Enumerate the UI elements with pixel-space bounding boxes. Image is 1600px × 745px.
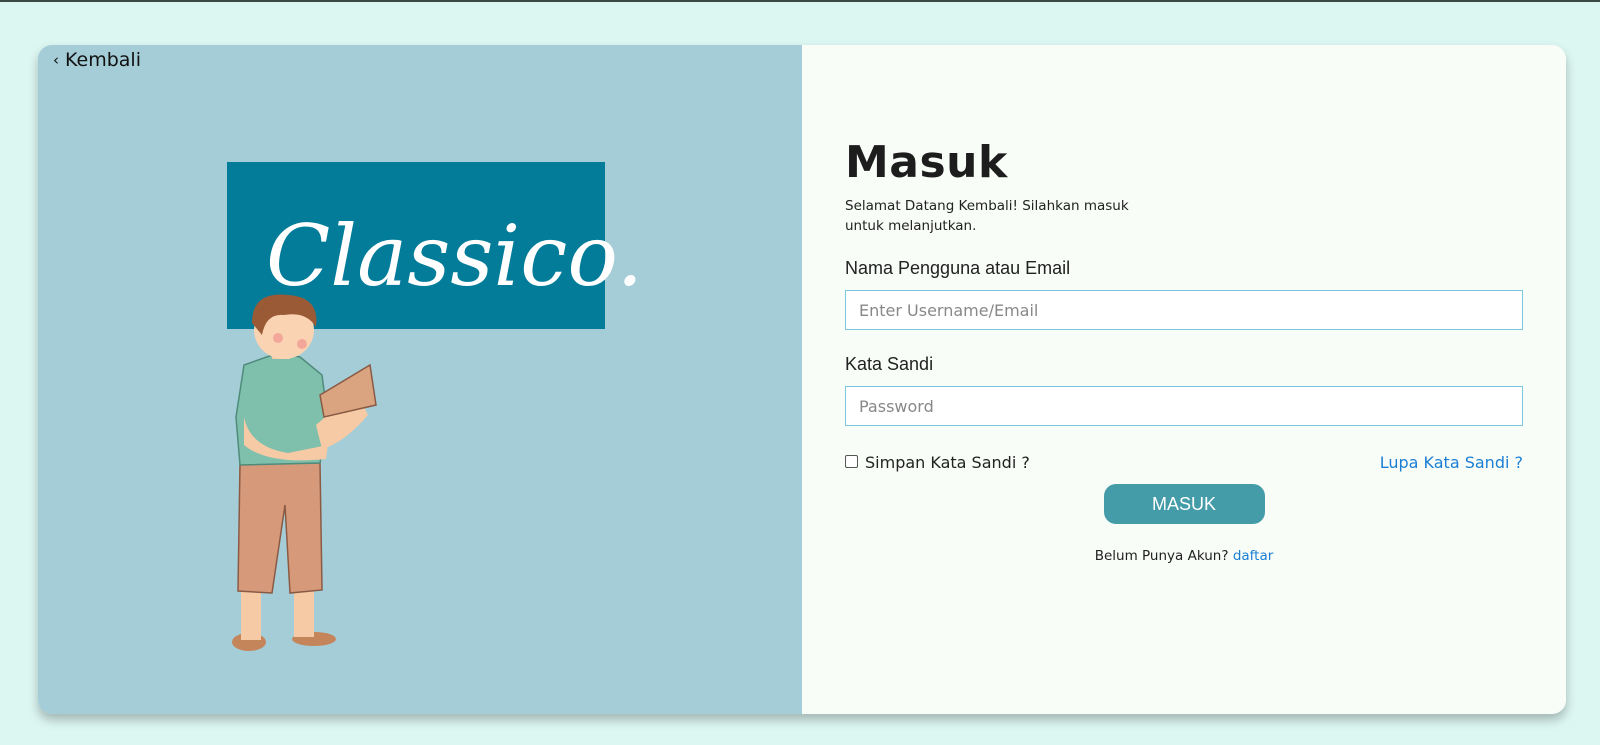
back-label: Kembali — [65, 49, 141, 71]
hero-panel: Classico. ‹ Kembali — [38, 45, 802, 714]
password-input[interactable]: Password — [845, 386, 1523, 426]
reading-person-illustration — [232, 294, 377, 651]
signup-prompt: Belum Punya Akun? daftar — [845, 548, 1523, 564]
signup-text: Belum Punya Akun? — [1094, 548, 1229, 564]
login-button[interactable]: MASUK — [1103, 484, 1265, 524]
login-card: Classico. ‹ Kembali Masuk Selamat Datang… — [38, 45, 1566, 714]
logo-text: Classico. — [266, 207, 643, 305]
back-link[interactable]: ‹ Kembali — [53, 49, 141, 71]
forgot-password-link[interactable]: Lupa Kata Sandi ? — [1380, 453, 1523, 472]
password-label: Kata Sandi — [845, 354, 934, 374]
remember-label: Simpan Kata Sandi ? — [865, 452, 1030, 472]
form-panel: Masuk Selamat Datang Kembali! Silahkan m… — [802, 45, 1566, 714]
username-label: Nama Pengguna atau Email — [845, 258, 1071, 278]
login-form: Masuk Selamat Datang Kembali! Silahkan m… — [845, 137, 1523, 564]
hero-illustration: Classico. — [227, 162, 643, 651]
page-subtitle: Selamat Datang Kembali! Silahkan masuk u… — [845, 198, 1129, 234]
chevron-left-icon: ‹ — [53, 51, 59, 69]
remember-checkbox[interactable] — [845, 454, 858, 468]
username-input[interactable]: Enter Username/Email — [845, 290, 1523, 330]
options-row: Simpan Kata Sandi ? Lupa Kata Sandi ? — [845, 451, 1523, 473]
page-title: Masuk — [845, 137, 1008, 188]
signup-link[interactable]: daftar — [1233, 548, 1273, 564]
remember-password[interactable]: Simpan Kata Sandi ? — [845, 453, 1030, 472]
